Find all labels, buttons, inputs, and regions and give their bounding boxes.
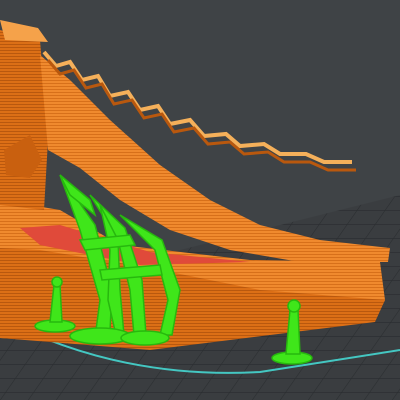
scene xyxy=(0,20,400,400)
3d-viewport[interactable] xyxy=(0,0,400,400)
support-pad-3 xyxy=(120,330,170,346)
